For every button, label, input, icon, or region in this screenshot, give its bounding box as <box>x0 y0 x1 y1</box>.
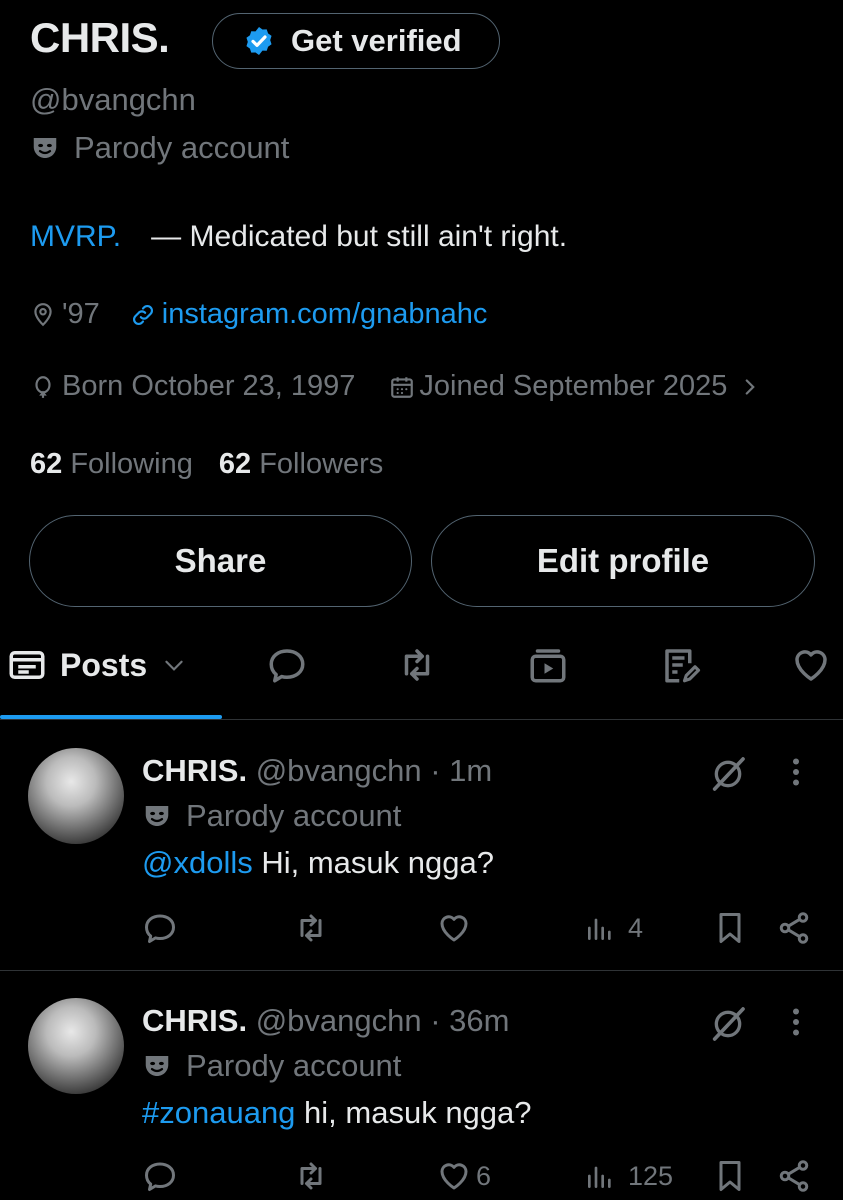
heart-icon <box>436 910 472 946</box>
post-time: · 1m <box>430 753 493 788</box>
profile-meta-line-2: Born October 23, 1997 Joined September 2… <box>30 370 759 403</box>
post-time: · 36m <box>430 1003 510 1038</box>
post-author-name[interactable]: CHRIS. <box>142 753 247 788</box>
grok-icon[interactable] <box>708 1004 748 1044</box>
views-bar-chart-icon <box>584 910 616 946</box>
tab-posts[interactable]: Posts <box>6 644 187 686</box>
location-pin-icon <box>30 302 56 328</box>
repost-icon[interactable] <box>292 1158 330 1194</box>
post-text: @xdolls Hi, masuk ngga? <box>142 845 494 881</box>
tab-media-icon[interactable] <box>527 644 569 686</box>
chevron-down-icon[interactable] <box>161 652 187 678</box>
post-item[interactable]: CHRIS. @bvangchn · 1m Parody account @xd… <box>0 720 843 970</box>
more-options-icon[interactable] <box>786 754 806 790</box>
profile-handle: @bvangchn <box>30 82 196 117</box>
profile-bio: MVRP. — Medicated but still ain't right. <box>30 220 567 254</box>
edit-profile-button[interactable]: Edit profile <box>431 515 815 607</box>
bio-text: — Medicated but still ain't right. <box>151 220 568 253</box>
tab-articles-icon[interactable] <box>660 644 702 686</box>
post-body: hi, masuk ngga? <box>295 1095 532 1130</box>
following-label: Following <box>70 448 193 480</box>
profile-joined: Joined September 2025 <box>419 370 728 402</box>
bookmark-icon[interactable] <box>712 910 748 946</box>
post-text: #zonauang hi, masuk ngga? <box>142 1095 532 1131</box>
views-bar-chart-icon <box>584 1158 616 1194</box>
post-header: CHRIS. @bvangchn · 1m <box>142 753 492 789</box>
views-button[interactable]: 125 <box>584 1158 673 1194</box>
calendar-icon <box>389 374 415 400</box>
followers-label: Followers <box>259 448 384 480</box>
followers-link[interactable]: 62 Followers <box>219 448 383 480</box>
verified-badge-icon <box>243 25 275 57</box>
post-actions: 6 125 <box>142 1158 822 1198</box>
like-button[interactable] <box>436 910 476 946</box>
post-parody-label: Parody account <box>142 798 401 834</box>
post-mention[interactable]: @xdolls <box>142 845 253 880</box>
tab-likes-icon[interactable] <box>790 644 832 686</box>
mask-icon <box>142 1051 172 1081</box>
like-button[interactable]: 6 <box>436 1158 491 1194</box>
posts-tab-icon <box>6 644 48 686</box>
post-parody-text: Parody account <box>186 1048 402 1083</box>
repost-icon[interactable] <box>292 910 330 946</box>
post-parody-text: Parody account <box>186 798 402 833</box>
mask-icon <box>142 801 172 831</box>
views-button[interactable]: 4 <box>584 910 643 946</box>
profile-name: CHRIS. <box>30 14 170 61</box>
profile-location: '97 <box>62 298 100 330</box>
post-author-handle[interactable]: @bvangchn <box>256 753 422 788</box>
link-icon <box>130 302 156 328</box>
parody-label: Parody account <box>30 130 289 166</box>
post-author-name[interactable]: CHRIS. <box>142 1003 247 1038</box>
tab-replies-icon[interactable] <box>266 644 308 686</box>
post-header: CHRIS. @bvangchn · 36m <box>142 1003 510 1039</box>
share-button[interactable]: Share <box>29 515 412 607</box>
following-count: 62 <box>30 448 63 480</box>
grok-icon[interactable] <box>708 754 748 794</box>
bio-link[interactable]: MVRP. <box>30 220 121 253</box>
like-count: 6 <box>476 1160 492 1191</box>
post-author-handle[interactable]: @bvangchn <box>256 1003 422 1038</box>
post-body: Hi, masuk ngga? <box>252 845 494 880</box>
heart-icon <box>436 1158 472 1194</box>
followers-count: 62 <box>218 448 252 480</box>
reply-icon[interactable] <box>142 910 178 946</box>
avatar[interactable] <box>28 998 124 1094</box>
tab-reposts-icon[interactable] <box>395 644 439 686</box>
reply-icon[interactable] <box>142 1158 178 1194</box>
get-verified-label: Get verified <box>291 23 462 58</box>
post-parody-label: Parody account <box>142 1048 401 1084</box>
avatar[interactable] <box>28 748 124 844</box>
birthday-balloon-icon <box>30 374 56 400</box>
view-count: 4 <box>628 912 644 943</box>
share-icon[interactable] <box>776 910 812 946</box>
more-options-icon[interactable] <box>786 1004 806 1040</box>
profile-tab-bar: Posts <box>0 630 843 720</box>
post-item[interactable]: CHRIS. @bvangchn · 36m Parody account #z… <box>0 970 843 1200</box>
tab-posts-label: Posts <box>60 646 148 683</box>
profile-meta-line-1: '97 instagram.com/gnabnahc <box>30 298 487 331</box>
bookmark-icon[interactable] <box>712 1158 748 1194</box>
profile-birthday: Born October 23, 1997 <box>62 370 356 402</box>
follow-stats: 62 Following 62 Followers <box>30 448 383 481</box>
post-hashtag[interactable]: #zonauang <box>142 1095 295 1130</box>
share-icon[interactable] <box>776 1158 812 1194</box>
profile-website-link[interactable]: instagram.com/gnabnahc <box>162 298 488 331</box>
get-verified-button[interactable]: Get verified <box>212 13 500 69</box>
following-link[interactable]: 62 Following <box>30 448 193 480</box>
chevron-right-icon[interactable] <box>741 374 759 400</box>
mask-icon <box>30 133 60 163</box>
view-count: 125 <box>628 1160 674 1191</box>
post-actions: 4 <box>142 910 822 950</box>
parody-text: Parody account <box>74 130 290 165</box>
